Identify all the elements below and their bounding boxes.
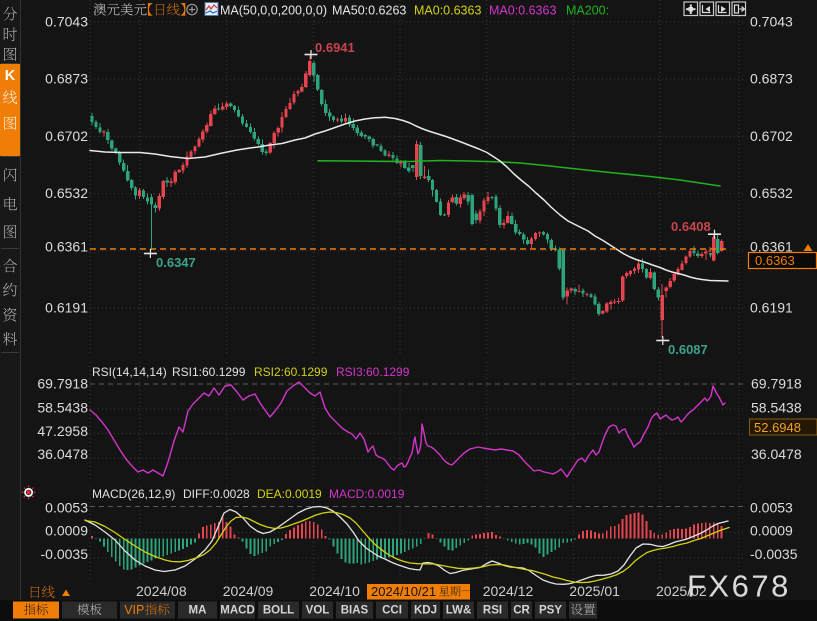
svg-text:DIFF:0.0028: DIFF:0.0028 [183,487,250,501]
svg-text:MACD(26,12,9): MACD(26,12,9) [92,487,175,501]
svg-text:0.6941: 0.6941 [315,40,355,55]
svg-text:0.6702: 0.6702 [45,128,88,144]
svg-text:36.0478: 36.0478 [751,446,802,462]
svg-text:MA50:0.6263: MA50:0.6263 [332,4,406,18]
svg-text:0.6873: 0.6873 [750,71,793,87]
svg-text:2024/10: 2024/10 [309,583,360,599]
svg-text:MACD: MACD [220,605,255,617]
svg-text:0.6191: 0.6191 [45,300,88,316]
svg-text:MA0:0.6363: MA0:0.6363 [489,4,556,18]
svg-text:VOL: VOL [306,605,330,617]
svg-text:52.6948: 52.6948 [754,420,801,435]
svg-text:69.7918: 69.7918 [37,376,88,392]
svg-text:0.6702: 0.6702 [750,128,793,144]
svg-text:0.6408: 0.6408 [671,219,711,234]
svg-text:58.5438: 58.5438 [37,400,88,416]
svg-text:0.0009: 0.0009 [750,523,793,539]
svg-text:69.7918: 69.7918 [751,376,802,392]
svg-text:PSY: PSY [539,605,562,617]
svg-text:LW&: LW& [446,605,472,617]
svg-text:CR: CR [513,605,530,617]
svg-text:MA(50,0,0,200,0,0): MA(50,0,0,200,0,0) [220,4,327,18]
svg-text:47.2958: 47.2958 [37,423,88,439]
svg-text:BOLL: BOLL [263,605,294,617]
svg-text:0.7043: 0.7043 [750,14,793,30]
svg-text:BIAS: BIAS [341,605,369,617]
svg-text:MA0:0.6363: MA0:0.6363 [414,4,481,18]
svg-text:DEA:0.0019: DEA:0.0019 [257,487,322,501]
svg-text:2024/12: 2024/12 [483,583,534,599]
svg-text:RSI3:60.1299: RSI3:60.1299 [336,365,410,379]
svg-text:2024/10/21: 2024/10/21 [371,584,436,599]
svg-text:0.6087: 0.6087 [668,342,708,357]
svg-text:2024/09: 2024/09 [223,583,274,599]
svg-text:36.0478: 36.0478 [37,446,88,462]
svg-text:58.5438: 58.5438 [751,400,802,416]
svg-text:0.6361: 0.6361 [45,239,88,255]
svg-text:CCI: CCI [382,605,402,617]
svg-text:0.6347: 0.6347 [156,255,196,270]
svg-text:MACD:0.0019: MACD:0.0019 [329,487,405,501]
svg-text:2024/08: 2024/08 [136,583,187,599]
svg-text:VIP: VIP [124,603,144,617]
svg-text:RSI(14,14,14): RSI(14,14,14) [92,365,167,379]
svg-text:0.6532: 0.6532 [750,185,793,201]
svg-text:-0.0035: -0.0035 [41,546,89,562]
svg-text:0.6532: 0.6532 [45,185,88,201]
svg-text:0.0009: 0.0009 [45,523,88,539]
svg-text:MA: MA [189,605,207,617]
svg-text:FX678: FX678 [687,569,791,604]
svg-text:0.6191: 0.6191 [750,300,793,316]
svg-text:0.7043: 0.7043 [45,14,88,30]
svg-text:RSI2:60.1299: RSI2:60.1299 [254,365,328,379]
svg-text:RSI1:60.1299: RSI1:60.1299 [172,365,246,379]
svg-text:0.6363: 0.6363 [755,253,795,268]
svg-text:2025/01: 2025/01 [569,583,620,599]
svg-text:K: K [5,68,16,84]
svg-text:KDJ: KDJ [414,605,437,617]
svg-text:0.0053: 0.0053 [750,500,793,516]
svg-text:-0.0035: -0.0035 [750,546,798,562]
svg-text:0.6873: 0.6873 [45,71,88,87]
svg-text:RSI: RSI [483,605,502,617]
svg-text:MA200:: MA200: [566,4,609,18]
svg-text:0.0053: 0.0053 [45,500,88,516]
